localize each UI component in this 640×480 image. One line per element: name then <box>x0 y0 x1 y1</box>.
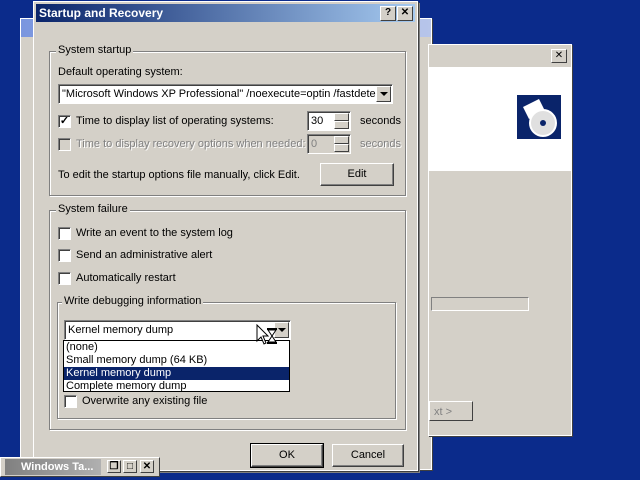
next-button[interactable]: xt > <box>429 401 473 421</box>
maximize-icon[interactable]: □ <box>123 460 137 473</box>
time-recovery-unit: seconds <box>360 138 401 150</box>
default-os-select[interactable]: "Microsoft Windows XP Professional" /noe… <box>58 84 393 104</box>
time-recovery-checkbox[interactable] <box>58 138 71 151</box>
spin-down-icon[interactable] <box>334 121 349 129</box>
time-display-os-label: Time to display list of operating system… <box>76 115 274 127</box>
dropdown-option-small-dump[interactable]: Small memory dump (64 KB) <box>64 354 289 367</box>
close-button[interactable]: ✕ <box>397 6 413 21</box>
background-window-setup: ✕ xt > <box>428 44 572 436</box>
progress-field <box>431 297 529 311</box>
dialog-title: Startup and Recovery <box>39 6 164 20</box>
time-display-os-unit: seconds <box>360 115 401 127</box>
overwrite-label: Overwrite any existing file <box>82 395 208 407</box>
send-alert-checkbox[interactable] <box>58 249 71 262</box>
chevron-down-icon[interactable] <box>376 86 391 102</box>
auto-restart-label: Automatically restart <box>76 272 176 284</box>
taskbar-title[interactable]: Windows Ta... <box>5 459 101 475</box>
minimized-taskbar-window[interactable]: Windows Ta... ❐ □ ✕ <box>0 457 160 477</box>
debug-dump-value: Kernel memory dump <box>68 324 174 336</box>
debug-dump-dropdown-list: (none) Small memory dump (64 KB) Kernel … <box>63 340 290 392</box>
debug-info-label: Write debugging information <box>62 295 204 307</box>
restore-icon[interactable]: ❐ <box>107 460 121 473</box>
spin-up-icon[interactable] <box>334 113 349 121</box>
auto-restart-checkbox[interactable] <box>58 272 71 285</box>
ok-button[interactable]: OK <box>250 443 324 468</box>
system-failure-label: System failure <box>56 203 130 215</box>
time-display-os-value: 30 <box>311 115 324 127</box>
close-icon[interactable]: ✕ <box>140 460 154 473</box>
time-recovery-spinner[interactable]: 0 <box>307 134 351 154</box>
edit-hint-text: To edit the startup options file manuall… <box>58 169 300 181</box>
send-alert-label: Send an administrative alert <box>76 249 213 261</box>
cancel-button[interactable]: Cancel <box>332 444 404 467</box>
hourglass-cursor-icon <box>256 324 277 345</box>
overwrite-checkbox[interactable] <box>64 395 77 408</box>
time-recovery-value: 0 <box>311 138 318 150</box>
cd-install-icon <box>515 93 563 141</box>
write-event-label: Write an event to the system log <box>76 227 233 239</box>
edit-button[interactable]: Edit <box>320 163 394 186</box>
write-event-checkbox[interactable] <box>58 227 71 240</box>
dropdown-option-complete-dump[interactable]: Complete memory dump <box>64 380 289 393</box>
time-display-os-spinner[interactable]: 30 <box>307 111 351 131</box>
dropdown-option-kernel-dump[interactable]: Kernel memory dump <box>64 367 289 380</box>
startup-and-recovery-dialog: Startup and Recovery ? ✕ System startup … <box>33 1 418 471</box>
dialog-titlebar: Startup and Recovery <box>36 4 415 22</box>
system-startup-label: System startup <box>56 44 134 56</box>
time-display-os-checkbox[interactable]: ✓ <box>58 115 71 128</box>
default-os-label: Default operating system: <box>58 66 183 78</box>
spin-down-icon[interactable] <box>334 144 349 152</box>
default-os-value: "Microsoft Windows XP Professional" /noe… <box>62 88 385 100</box>
setup-header-band <box>429 67 571 171</box>
time-recovery-label: Time to display recovery options when ne… <box>76 138 306 150</box>
help-button[interactable]: ? <box>380 6 396 21</box>
close-icon[interactable]: ✕ <box>551 49 567 63</box>
spin-up-icon[interactable] <box>334 136 349 144</box>
